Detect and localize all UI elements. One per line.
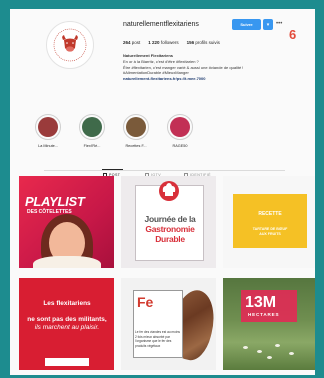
highlight-item[interactable]: Flexi'Ré... (74, 114, 110, 148)
highlight-label: Recettes F... (125, 144, 147, 148)
post-text: Journée de la Gastronomie Durable (144, 214, 196, 244)
post-text: ils marchent au plaisir. (34, 324, 100, 331)
highlight-cover (126, 117, 146, 137)
stat-following[interactable]: 156 profils suivis (187, 40, 220, 45)
post-title: RECETTE (258, 211, 282, 217)
stat-followers[interactable]: 1 220 followers (148, 40, 178, 45)
post-subtitle: HECTARES (248, 312, 280, 317)
post-subtitle: DES CÔTELETTES (27, 209, 72, 215)
follow-button[interactable]: Suivre (232, 19, 261, 30)
post-text: ne sont pas des militants, (27, 316, 107, 323)
post-title: Fe (137, 294, 154, 310)
cow-logo-icon (53, 28, 87, 62)
profile-avatar[interactable] (46, 21, 94, 69)
highlight-cover (82, 117, 102, 137)
post-hectares[interactable]: 13M HECTARES (223, 278, 315, 370)
step-number-badge: 6 (289, 27, 297, 42)
post-gastronomie[interactable]: Journée de la Gastronomie Durable (121, 176, 216, 268)
active-tab-indicator (102, 169, 123, 170)
bio-link[interactable]: naturellement-flexitariens.fr/ps://t.mee… (123, 76, 303, 82)
post-text: Les flexitariens (43, 300, 91, 307)
instagram-profile-page: naturellementflexitariens Suivre ▾ ••• 6… (10, 9, 315, 375)
more-options-icon[interactable]: ••• (276, 21, 282, 27)
post-recette[interactable]: RECETTE TARTARE DE BŒUF AUX FRUITS (223, 176, 315, 268)
tabs-divider (44, 170, 285, 171)
highlight-cover (38, 117, 58, 137)
post-subtitle: TARTARE DE BŒUF AUX FRUITS (252, 227, 288, 236)
highlight-label: RAGE50 (172, 144, 188, 148)
chef-hat-icon (159, 181, 179, 201)
post-fer[interactable]: Fe Le fer des viandes est au moins 2 foi… (121, 278, 216, 370)
highlight-item[interactable]: RAGE50 (162, 114, 198, 148)
highlight-cover (170, 117, 190, 137)
post-title: PLAYLIST (25, 194, 85, 209)
highlight-label: Flexi'Ré... (83, 144, 101, 148)
profile-username: naturellementflexitariens (123, 21, 199, 28)
highlight-label: La Minute... (38, 144, 58, 148)
post-title: 13M (245, 294, 277, 311)
chevron-down-icon: ▾ (266, 21, 270, 28)
profile-stats: 264 post 1 220 followers 156 profils sui… (123, 40, 220, 45)
highlight-item[interactable]: La Minute... (30, 114, 66, 148)
post-playlist[interactable]: PLAYLIST DES CÔTELETTES (19, 176, 114, 268)
post-text: Le fer des viandes est au moins 2 fois m… (135, 330, 181, 348)
highlight-item[interactable]: Recettes F... (118, 114, 154, 148)
suggestions-dropdown-button[interactable]: ▾ (263, 19, 273, 30)
post-militants[interactable]: Les flexitariens ne sont pas des militan… (19, 278, 114, 370)
profile-bio: Naturellement Flexitariens En or à la Bi… (123, 53, 303, 82)
stat-posts[interactable]: 264 post (123, 40, 140, 45)
